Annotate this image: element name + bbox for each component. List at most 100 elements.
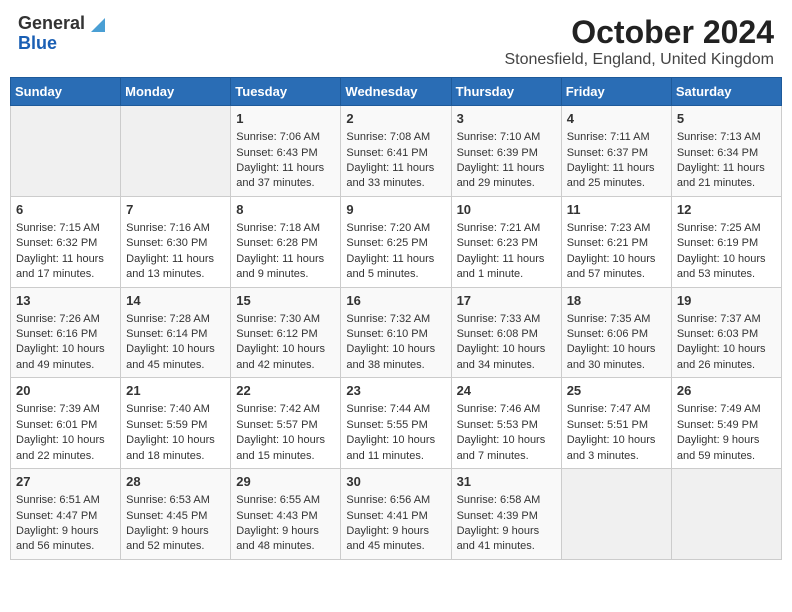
day-number: 31 bbox=[457, 473, 556, 491]
daylight-hours: Daylight: 9 hours and 45 minutes. bbox=[346, 525, 429, 552]
calendar-cell bbox=[561, 469, 671, 560]
day-number: 3 bbox=[457, 110, 556, 128]
calendar-week-4: 20 Sunrise: 7:39 AM Sunset: 6:01 PM Dayl… bbox=[11, 378, 782, 469]
calendar-cell: 8 Sunrise: 7:18 AM Sunset: 6:28 PM Dayli… bbox=[231, 196, 341, 287]
sunrise-time: Sunrise: 7:25 AM bbox=[677, 222, 761, 234]
daylight-hours: Daylight: 10 hours and 45 minutes. bbox=[126, 343, 215, 370]
sunset-time: Sunset: 4:47 PM bbox=[16, 510, 97, 522]
sunrise-time: Sunrise: 7:11 AM bbox=[567, 131, 650, 143]
calendar-cell: 2 Sunrise: 7:08 AM Sunset: 6:41 PM Dayli… bbox=[341, 106, 451, 197]
sunset-time: Sunset: 6:21 PM bbox=[567, 237, 648, 249]
calendar-cell: 5 Sunrise: 7:13 AM Sunset: 6:34 PM Dayli… bbox=[671, 106, 781, 197]
daylight-hours: Daylight: 10 hours and 3 minutes. bbox=[567, 434, 656, 461]
sunrise-time: Sunrise: 7:47 AM bbox=[567, 403, 651, 415]
sunrise-time: Sunrise: 6:56 AM bbox=[346, 494, 430, 506]
sunrise-time: Sunrise: 7:33 AM bbox=[457, 313, 541, 325]
sunrise-time: Sunrise: 6:51 AM bbox=[16, 494, 100, 506]
daylight-hours: Daylight: 10 hours and 49 minutes. bbox=[16, 343, 105, 370]
day-number: 9 bbox=[346, 201, 445, 219]
day-number: 8 bbox=[236, 201, 335, 219]
sunrise-time: Sunrise: 7:16 AM bbox=[126, 222, 210, 234]
calendar-cell: 9 Sunrise: 7:20 AM Sunset: 6:25 PM Dayli… bbox=[341, 196, 451, 287]
daylight-hours: Daylight: 10 hours and 7 minutes. bbox=[457, 434, 546, 461]
sunrise-time: Sunrise: 7:23 AM bbox=[567, 222, 651, 234]
calendar-week-5: 27 Sunrise: 6:51 AM Sunset: 4:47 PM Dayl… bbox=[11, 469, 782, 560]
daylight-hours: Daylight: 11 hours and 17 minutes. bbox=[16, 253, 104, 280]
day-number: 26 bbox=[677, 382, 776, 400]
calendar-cell: 14 Sunrise: 7:28 AM Sunset: 6:14 PM Dayl… bbox=[121, 287, 231, 378]
daylight-hours: Daylight: 10 hours and 53 minutes. bbox=[677, 253, 766, 280]
daylight-hours: Daylight: 10 hours and 57 minutes. bbox=[567, 253, 656, 280]
day-number: 4 bbox=[567, 110, 666, 128]
daylight-hours: Daylight: 11 hours and 37 minutes. bbox=[236, 162, 324, 189]
day-number: 15 bbox=[236, 292, 335, 310]
sunrise-time: Sunrise: 7:26 AM bbox=[16, 313, 100, 325]
sunset-time: Sunset: 6:37 PM bbox=[567, 147, 648, 159]
calendar-cell bbox=[671, 469, 781, 560]
calendar-cell: 10 Sunrise: 7:21 AM Sunset: 6:23 PM Dayl… bbox=[451, 196, 561, 287]
sunset-time: Sunset: 6:28 PM bbox=[236, 237, 317, 249]
calendar-week-3: 13 Sunrise: 7:26 AM Sunset: 6:16 PM Dayl… bbox=[11, 287, 782, 378]
calendar-cell: 22 Sunrise: 7:42 AM Sunset: 5:57 PM Dayl… bbox=[231, 378, 341, 469]
daylight-hours: Daylight: 9 hours and 59 minutes. bbox=[677, 434, 760, 461]
sunset-time: Sunset: 6:32 PM bbox=[16, 237, 97, 249]
logo: General Blue bbox=[18, 14, 105, 54]
calendar-cell: 25 Sunrise: 7:47 AM Sunset: 5:51 PM Dayl… bbox=[561, 378, 671, 469]
daylight-hours: Daylight: 11 hours and 9 minutes. bbox=[236, 253, 324, 280]
title-block: October 2024 Stonesfield, England, Unite… bbox=[504, 14, 774, 69]
sunrise-time: Sunrise: 7:35 AM bbox=[567, 313, 651, 325]
page-header: General Blue October 2024 Stonesfield, E… bbox=[10, 10, 782, 73]
day-number: 28 bbox=[126, 473, 225, 491]
calendar-cell: 11 Sunrise: 7:23 AM Sunset: 6:21 PM Dayl… bbox=[561, 196, 671, 287]
day-number: 11 bbox=[567, 201, 666, 219]
day-number: 1 bbox=[236, 110, 335, 128]
daylight-hours: Daylight: 9 hours and 41 minutes. bbox=[457, 525, 540, 552]
daylight-hours: Daylight: 10 hours and 26 minutes. bbox=[677, 343, 766, 370]
daylight-hours: Daylight: 10 hours and 15 minutes. bbox=[236, 434, 325, 461]
calendar-cell bbox=[11, 106, 121, 197]
sunset-time: Sunset: 6:34 PM bbox=[677, 147, 758, 159]
day-header-wednesday: Wednesday bbox=[341, 78, 451, 106]
sunrise-time: Sunrise: 7:06 AM bbox=[236, 131, 320, 143]
sunset-time: Sunset: 4:39 PM bbox=[457, 510, 538, 522]
sunrise-time: Sunrise: 6:53 AM bbox=[126, 494, 210, 506]
sunrise-time: Sunrise: 6:58 AM bbox=[457, 494, 541, 506]
day-header-tuesday: Tuesday bbox=[231, 78, 341, 106]
day-header-saturday: Saturday bbox=[671, 78, 781, 106]
calendar-cell: 24 Sunrise: 7:46 AM Sunset: 5:53 PM Dayl… bbox=[451, 378, 561, 469]
daylight-hours: Daylight: 11 hours and 5 minutes. bbox=[346, 253, 434, 280]
calendar-cell: 7 Sunrise: 7:16 AM Sunset: 6:30 PM Dayli… bbox=[121, 196, 231, 287]
day-number: 30 bbox=[346, 473, 445, 491]
daylight-hours: Daylight: 10 hours and 30 minutes. bbox=[567, 343, 656, 370]
calendar-cell: 31 Sunrise: 6:58 AM Sunset: 4:39 PM Dayl… bbox=[451, 469, 561, 560]
sunset-time: Sunset: 6:12 PM bbox=[236, 328, 317, 340]
day-number: 17 bbox=[457, 292, 556, 310]
logo-blue-text: Blue bbox=[18, 34, 105, 54]
sunrise-time: Sunrise: 7:49 AM bbox=[677, 403, 761, 415]
sunset-time: Sunset: 6:30 PM bbox=[126, 237, 207, 249]
calendar-cell: 30 Sunrise: 6:56 AM Sunset: 4:41 PM Dayl… bbox=[341, 469, 451, 560]
day-number: 12 bbox=[677, 201, 776, 219]
sunset-time: Sunset: 5:51 PM bbox=[567, 419, 648, 431]
calendar-cell: 16 Sunrise: 7:32 AM Sunset: 6:10 PM Dayl… bbox=[341, 287, 451, 378]
daylight-hours: Daylight: 11 hours and 29 minutes. bbox=[457, 162, 545, 189]
sunrise-time: Sunrise: 7:10 AM bbox=[457, 131, 541, 143]
day-number: 6 bbox=[16, 201, 115, 219]
calendar-cell: 26 Sunrise: 7:49 AM Sunset: 5:49 PM Dayl… bbox=[671, 378, 781, 469]
logo-general-text: General bbox=[18, 14, 85, 34]
calendar-cell: 3 Sunrise: 7:10 AM Sunset: 6:39 PM Dayli… bbox=[451, 106, 561, 197]
daylight-hours: Daylight: 9 hours and 48 minutes. bbox=[236, 525, 319, 552]
sunrise-time: Sunrise: 7:44 AM bbox=[346, 403, 430, 415]
sunset-time: Sunset: 5:55 PM bbox=[346, 419, 427, 431]
daylight-hours: Daylight: 10 hours and 38 minutes. bbox=[346, 343, 435, 370]
day-number: 21 bbox=[126, 382, 225, 400]
calendar-header: SundayMondayTuesdayWednesdayThursdayFrid… bbox=[11, 78, 782, 106]
sunset-time: Sunset: 6:03 PM bbox=[677, 328, 758, 340]
sunset-time: Sunset: 4:45 PM bbox=[126, 510, 207, 522]
sunset-time: Sunset: 4:43 PM bbox=[236, 510, 317, 522]
calendar-cell: 29 Sunrise: 6:55 AM Sunset: 4:43 PM Dayl… bbox=[231, 469, 341, 560]
day-number: 27 bbox=[16, 473, 115, 491]
sunset-time: Sunset: 6:25 PM bbox=[346, 237, 427, 249]
sunrise-time: Sunrise: 7:08 AM bbox=[346, 131, 430, 143]
daylight-hours: Daylight: 11 hours and 21 minutes. bbox=[677, 162, 765, 189]
